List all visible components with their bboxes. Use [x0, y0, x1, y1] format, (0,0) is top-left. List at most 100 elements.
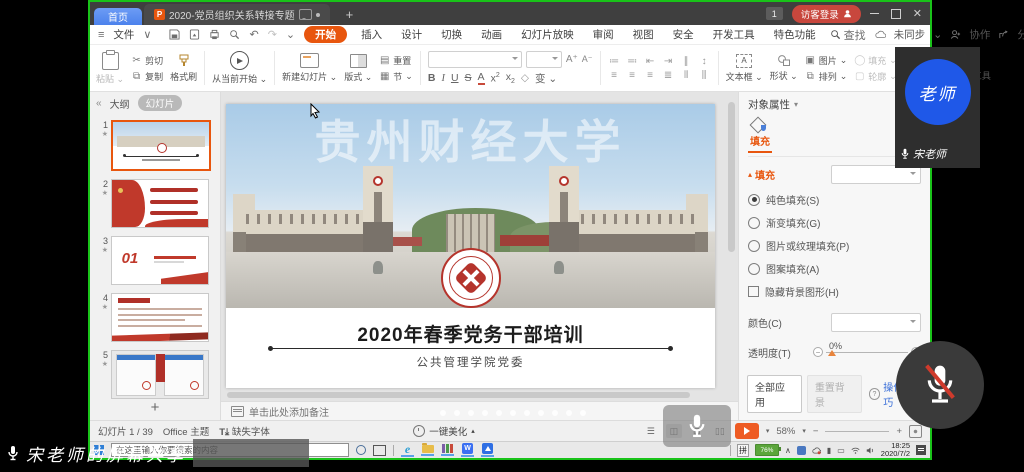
zoom-slider[interactable] [825, 431, 889, 432]
slide-thumbnail-5[interactable] [111, 350, 209, 399]
font-color-button[interactable]: A [478, 71, 485, 85]
ribbon-tab-animation[interactable]: 动画 [476, 27, 507, 42]
sync-status[interactable]: 未同步 [894, 27, 926, 42]
option-gradient-fill[interactable]: 渐变填充(G) [748, 215, 921, 230]
play-from-current-button[interactable]: 从当前开始 ⌄ [212, 51, 267, 85]
quickbar-caret-icon[interactable]: ⌄ [286, 28, 295, 41]
print-preview-icon[interactable] [229, 29, 240, 40]
color-select[interactable] [831, 313, 921, 332]
new-tab-button[interactable]: + [340, 5, 360, 25]
panel-caret-icon[interactable]: ▾ [794, 100, 798, 109]
ribbon-tab-review[interactable]: 审阅 [588, 27, 619, 42]
copy-button[interactable]: ⧉复制 [131, 70, 163, 83]
save-icon[interactable] [169, 29, 180, 40]
tab-slides[interactable]: 幻灯片 [138, 95, 183, 111]
picture-button[interactable]: ▣图片 ⌄ [805, 54, 848, 67]
ribbon-tab-design[interactable]: 设计 [396, 27, 427, 42]
bullets-icon[interactable]: ≔ [608, 56, 621, 67]
justify-icon[interactable]: ≣ [662, 70, 675, 81]
outline-button[interactable]: ▢轮廓 ⌄ [854, 70, 897, 83]
italic-button[interactable]: I [441, 73, 445, 84]
find-button[interactable]: 查找 [830, 27, 866, 43]
ribbon-tab-devtools[interactable]: 开发工具 [708, 27, 760, 42]
align-right-icon[interactable]: ≡ [644, 70, 657, 81]
ribbon-tab-slideshow[interactable]: 幻灯片放映 [516, 27, 579, 42]
hamburger-icon[interactable]: ≡ [98, 29, 104, 41]
theme-name[interactable]: Office 主题 [163, 424, 209, 438]
ribbon-tab-security[interactable]: 安全 [668, 27, 699, 42]
paste-button[interactable]: 粘贴 ⌄ [96, 52, 124, 85]
underline-button[interactable]: U [451, 72, 459, 84]
panel-tab-fill[interactable]: 填充 [748, 131, 772, 153]
tray-display-icon[interactable]: ▭ [837, 446, 845, 455]
taskbar-app-explorer[interactable] [421, 445, 434, 456]
slide-thumbnail-4[interactable] [111, 293, 209, 342]
layout-button[interactable]: 版式 ⌄ [344, 54, 372, 83]
vertical-scrollbar[interactable] [728, 102, 735, 252]
taskbar-app-winrar[interactable] [441, 444, 454, 456]
taskbar-app-wps[interactable]: W [461, 443, 474, 457]
taskbar-app-ie[interactable]: e [401, 444, 414, 457]
slideshow-play-button[interactable] [735, 423, 759, 439]
line-spacing-icon[interactable]: ↕ [698, 56, 711, 67]
tray-expand-icon[interactable]: ∧ [785, 446, 791, 455]
taskbar-app-meeting[interactable] [481, 443, 494, 457]
format-painter-button[interactable]: 格式刷 [170, 54, 197, 83]
font-size-select[interactable] [526, 51, 562, 68]
tray-cloud-icon[interactable] [812, 446, 821, 455]
export-pdf-icon[interactable] [189, 29, 200, 40]
tray-wifi-icon[interactable] [851, 446, 860, 455]
decrease-font-icon[interactable]: A⁻ [582, 54, 593, 65]
cortana-icon[interactable] [356, 445, 366, 455]
superscript-button[interactable]: x2 [491, 72, 500, 85]
slide-thumbnail-1[interactable] [111, 120, 211, 171]
new-slide-button[interactable]: 新建幻灯片 ⌄ [282, 53, 337, 83]
mute-microphone-button[interactable] [896, 341, 984, 429]
ribbon-tab-home[interactable]: 开始 [304, 26, 347, 43]
increase-font-icon[interactable]: A⁺ [566, 54, 578, 65]
close-button[interactable]: ✕ [913, 9, 922, 19]
tray-usb-icon[interactable]: ▮ [827, 446, 831, 455]
section-button[interactable]: ▦节 ⌄ [379, 70, 413, 83]
reset-background-button[interactable]: 重置背景 [807, 375, 862, 413]
minimize-button[interactable] [870, 13, 879, 14]
slider-minus-button[interactable]: − [813, 347, 823, 357]
tab-document[interactable]: P 2020-党员组织关系转接专题 [144, 4, 330, 25]
shapes-button[interactable]: 形状 ⌄ [770, 54, 798, 82]
ribbon-tab-view[interactable]: 视图 [628, 27, 659, 42]
text-effects-button[interactable]: 变 ⌄ [535, 71, 557, 86]
slide-canvas[interactable]: 贵州财经大学 2020年春季党务干部培训 [221, 92, 738, 391]
file-menu[interactable]: 文件 [113, 27, 134, 42]
arrange-button[interactable]: ⧉排列 ⌄ [805, 70, 848, 83]
webcam-tile[interactable]: 老师 宋老师 [895, 47, 980, 168]
outdent-icon[interactable]: ⇤ [644, 56, 657, 67]
clear-format-icon[interactable]: ◇ [521, 72, 529, 84]
play-options-caret-icon[interactable]: ▾ [766, 427, 770, 435]
text-box-button[interactable]: A 文本框 ⌄ [726, 54, 763, 83]
beautify-button[interactable]: 一键美化 ▴ [413, 424, 475, 438]
collaborate-button[interactable]: 协作 [969, 27, 990, 42]
section-collapse-icon[interactable]: ▴ [748, 170, 752, 179]
add-slide-button[interactable]: + [90, 399, 220, 416]
taskbar-clock[interactable]: 18:25 2020/7/2 [881, 442, 910, 458]
numbering-icon[interactable]: ≕ [626, 56, 639, 67]
option-solid-fill[interactable]: 纯色填充(S) [748, 192, 921, 207]
apply-all-button[interactable]: 全部应用 [747, 375, 802, 413]
option-picture-fill[interactable]: 图片或纹理填充(P) [748, 238, 921, 253]
option-pattern-fill[interactable]: 图案填充(A) [748, 261, 921, 276]
font-family-select[interactable] [428, 51, 522, 68]
slide-thumbnail-3[interactable]: 01 [111, 236, 209, 285]
ribbon-tab-features[interactable]: 特色功能 [769, 27, 821, 42]
bold-button[interactable]: B [428, 72, 436, 84]
zoom-in-button[interactable]: + [896, 426, 902, 437]
notes-toggle-icon[interactable]: ☰ [643, 424, 659, 438]
reset-button[interactable]: ▤重置 [379, 54, 413, 67]
action-center-icon[interactable] [916, 445, 926, 455]
option-hide-background[interactable]: 隐藏背景图形(H) [748, 284, 921, 299]
tray-volume-icon[interactable] [866, 446, 875, 455]
ribbon-tab-transition[interactable]: 切换 [436, 27, 467, 42]
maximize-button[interactable] [891, 9, 901, 19]
collapse-panel-icon[interactable]: « [96, 98, 102, 109]
zoom-caret-icon[interactable]: ▾ [802, 427, 806, 435]
task-view-icon[interactable] [373, 445, 386, 456]
